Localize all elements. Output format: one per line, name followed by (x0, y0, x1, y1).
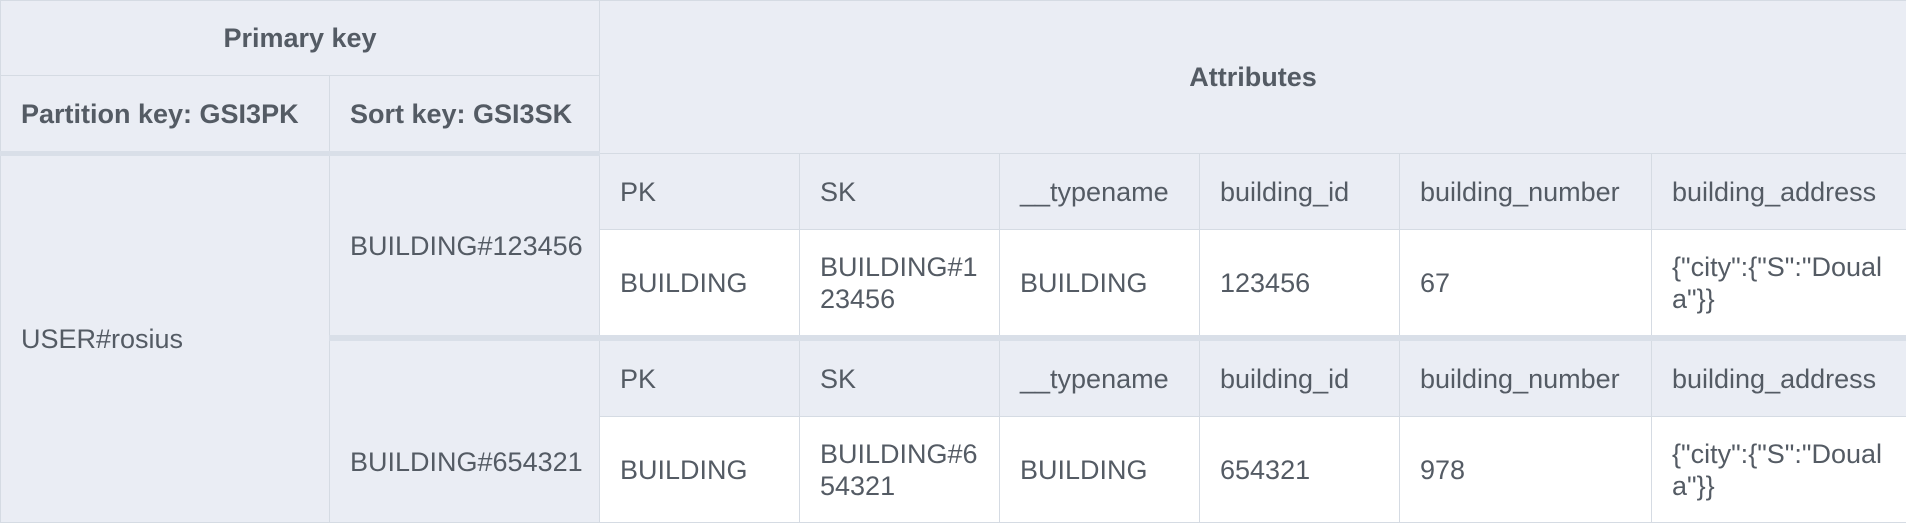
attr-name-typename: __typename (1000, 154, 1200, 230)
attr-name-sk: SK (800, 338, 1000, 417)
primary-key-header: Primary key (1, 1, 600, 76)
sort-key-header: Sort key: GSI3SK (330, 76, 600, 154)
attr-value-building-id[interactable]: 654321 (1200, 417, 1400, 523)
attributes-header: Attributes (600, 1, 1906, 154)
attr-name-pk: PK (600, 154, 800, 230)
attr-value-building-number[interactable]: 67 (1400, 230, 1652, 339)
attr-name-building-address: building_address (1652, 338, 1906, 417)
sort-key-value[interactable]: BUILDING#123456 (330, 154, 600, 339)
attr-name-sk: SK (800, 154, 1000, 230)
attr-name-building-id: building_id (1200, 154, 1400, 230)
sort-key-value[interactable]: BUILDING#654321 (330, 338, 600, 523)
attr-value-building-address[interactable]: {"city":{"S":"Douala"}} (1652, 230, 1906, 339)
attr-value-building-id[interactable]: 123456 (1200, 230, 1400, 339)
attr-value-building-address[interactable]: {"city":{"S":"Douala"}} (1652, 417, 1906, 523)
attr-name-building-number: building_number (1400, 338, 1652, 417)
partition-key-header: Partition key: GSI3PK (1, 76, 330, 154)
attr-value-typename[interactable]: BUILDING (1000, 230, 1200, 339)
attr-value-sk[interactable]: BUILDING#654321 (800, 417, 1000, 523)
partition-key-value[interactable]: USER#rosius (1, 154, 330, 523)
attr-name-building-address: building_address (1652, 154, 1906, 230)
attr-value-pk[interactable]: BUILDING (600, 417, 800, 523)
attr-value-sk[interactable]: BUILDING#123456 (800, 230, 1000, 339)
attr-value-pk[interactable]: BUILDING (600, 230, 800, 339)
attr-name-building-id: building_id (1200, 338, 1400, 417)
attr-name-typename: __typename (1000, 338, 1200, 417)
attr-value-building-number[interactable]: 978 (1400, 417, 1652, 523)
dynamodb-gsi-table: Primary key Attributes Partition key: GS… (0, 0, 1906, 523)
attr-name-pk: PK (600, 338, 800, 417)
attr-value-typename[interactable]: BUILDING (1000, 417, 1200, 523)
attr-name-building-number: building_number (1400, 154, 1652, 230)
